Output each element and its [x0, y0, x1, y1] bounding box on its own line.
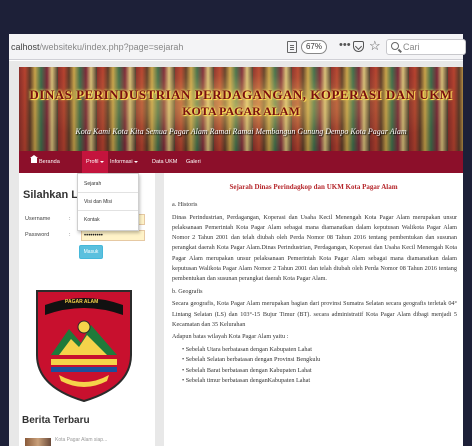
login-title: Silahkan Lo [23, 189, 85, 201]
url-text[interactable]: calhost/websiteku/index.php?page=sejarah [11, 42, 183, 52]
section-heading-historis: a. Historis [172, 201, 198, 208]
chevron-down-icon [133, 160, 138, 163]
article-body: a. Historis Dinas Perindustrian, Perdaga… [172, 199, 457, 386]
dropdown-item-kontak[interactable]: Kontak [84, 217, 100, 223]
browser-titlebar [0, 0, 472, 34]
pocket-icon[interactable] [353, 41, 364, 52]
login-button[interactable]: Masuk [79, 245, 103, 259]
news-thumbnail[interactable] [25, 438, 51, 446]
username-colon: : [69, 216, 71, 222]
nav-item-galeri[interactable]: Galeri [186, 151, 201, 173]
web-page: DINAS PERINDUSTRIAN PERDAGANGAN, KOPERAS… [9, 61, 463, 446]
nav-label: Galeri [186, 159, 201, 165]
site-banner: DINAS PERINDUSTRIAN PERDAGANGAN, KOPERAS… [19, 67, 463, 151]
nav-label: Beranda [39, 159, 60, 165]
banner-title: DINAS PERINDUSTRIAN PERDAGANGAN, KOPERAS… [29, 87, 453, 102]
screen-frame-left [0, 34, 9, 446]
page-actions-menu-icon[interactable]: ••• [339, 39, 351, 51]
dropdown-item-sejarah[interactable]: Sejarah [84, 181, 101, 187]
password-colon: : [69, 232, 71, 238]
browser-search-box[interactable] [386, 39, 466, 55]
search-icon [391, 42, 399, 50]
banner-tagline: Kota Kami Kota Kita Semua Pagar Alam Ram… [75, 127, 407, 136]
nav-label: Informasi [110, 159, 133, 165]
profil-dropdown-menu: Sejarah Visi dan Misi Kontak [77, 173, 139, 231]
list-item: Sebelah Selatan berbatasan dengan Provin… [182, 355, 457, 365]
password-field[interactable] [81, 230, 145, 241]
news-section-title: Berita Terbaru [22, 415, 90, 426]
article-paragraph: Secara geografis, Kota Pagar Alam merupa… [172, 300, 457, 328]
nav-item-informasi[interactable]: Informasi [110, 151, 138, 173]
screen-frame-right [463, 34, 472, 446]
border-list: Sebelah Utara berbatasan dengan Kabupate… [172, 345, 457, 386]
home-icon [30, 155, 38, 163]
bookmark-star-icon[interactable]: ☆ [369, 38, 381, 54]
browser-search-input[interactable] [403, 41, 463, 53]
chevron-down-icon [99, 160, 104, 163]
list-item: Sebelah timur berbatasan denganKabupaten… [182, 376, 457, 386]
dropdown-divider [78, 210, 138, 211]
news-snippet-link[interactable]: Kota Pagar Alam siap... [55, 437, 107, 443]
password-label: Password [25, 232, 50, 238]
banner-city: KOTA PAGAR ALAM [182, 104, 300, 118]
main-content: Sejarah Dinas Perindagkop dan UKM Kota P… [164, 173, 463, 446]
dropdown-item-visi-misi[interactable]: Visi dan Misi [84, 199, 112, 205]
nav-label: Data UKM [152, 159, 178, 165]
list-item: Sebelah Utara berbatasan dengan Kabupate… [182, 345, 457, 355]
list-item: Sebelah Barat berbatasan dengan Kabupate… [182, 366, 457, 376]
nav-item-profil[interactable]: Profil [82, 151, 108, 173]
nav-item-data-ukm[interactable]: Data UKM [152, 151, 177, 173]
article-title: Sejarah Dinas Perindagkop dan UKM Kota P… [229, 183, 398, 191]
nav-label: Profil [86, 159, 99, 165]
zoom-level-badge[interactable]: 67% [301, 40, 327, 54]
username-label: Username [25, 216, 51, 222]
main-navbar: Beranda Profil Informasi Data UKM Galeri [19, 151, 463, 173]
reader-view-icon[interactable] [287, 41, 297, 53]
dropdown-divider [78, 192, 138, 193]
article-paragraph: Dinas Perindustrian, Perdagangan, Kopera… [172, 213, 457, 282]
url-host: calhost [11, 42, 40, 52]
url-path: /websiteku/index.php?page=sejarah [39, 42, 184, 52]
section-heading-geografis: b. Geografis [172, 287, 203, 295]
article-paragraph: Adapun batas wilayah Kota Pagar Alam yai… [172, 333, 289, 341]
browser-url-bar[interactable]: calhost/websiteku/index.php?page=sejarah… [9, 34, 466, 60]
emblem-ribbon-text: PAGAR ALAM [65, 299, 99, 305]
nav-item-beranda[interactable]: Beranda [30, 151, 60, 173]
